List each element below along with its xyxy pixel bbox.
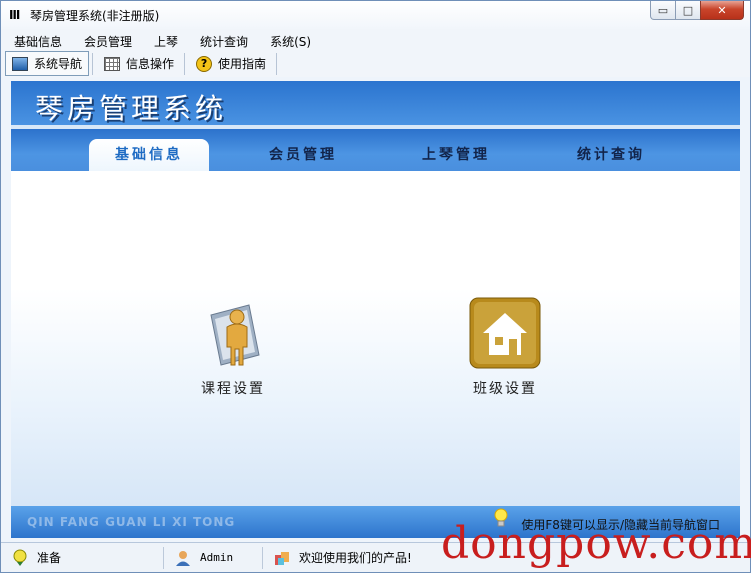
menu-statistics[interactable]: 统计查询 xyxy=(187,29,257,50)
minimize-icon: ▭ xyxy=(657,3,669,17)
tab-member-management[interactable]: 会员管理 xyxy=(243,139,363,171)
maximize-button[interactable]: □ xyxy=(675,1,701,20)
maximize-icon: □ xyxy=(682,3,694,17)
tab-piano-management[interactable]: 上琴管理 xyxy=(396,139,516,171)
status-ready-text: 准备 xyxy=(37,551,62,565)
toolbar-separator xyxy=(92,52,94,75)
course-settings-label: 课程设置 xyxy=(201,381,265,397)
close-icon: ✕ xyxy=(717,3,727,17)
monitor-icon xyxy=(12,56,28,71)
app-icon[interactable]: Ⅲ xyxy=(9,8,23,22)
watermark: dongpow.com xyxy=(441,518,751,569)
menu-bar: 基础信息 会员管理 上琴 统计查询 系统(S) xyxy=(1,29,750,50)
window-title: 琴房管理系统(非注册版) xyxy=(30,9,160,23)
minimize-button[interactable]: ▭ xyxy=(650,1,676,20)
tab-statistics[interactable]: 统计查询 xyxy=(551,139,671,171)
grid-icon xyxy=(104,56,121,71)
course-settings-launcher[interactable]: 课程设置 xyxy=(191,297,275,398)
products-icon xyxy=(275,551,289,565)
close-button[interactable]: ✕ xyxy=(700,1,744,20)
navigation-panel: 琴房管理系统 基础信息 会员管理 上琴管理 统计查询 课程设置 班级设置 QIN… xyxy=(11,81,740,538)
status-welcome-text: 欢迎使用我们的产品! xyxy=(299,551,412,565)
class-settings-launcher[interactable]: 班级设置 xyxy=(463,297,547,398)
app-window: Ⅲ 琴房管理系统(非注册版) ▭ □ ✕ 基础信息 会员管理 上琴 统计查询 系… xyxy=(0,0,751,573)
tab-basic-info[interactable]: 基础信息 xyxy=(89,139,209,171)
toolbar: 系统导航 信息操作 ? 使用指南 xyxy=(1,50,750,77)
system-navigation-label: 系统导航 xyxy=(34,57,83,71)
house-icon xyxy=(469,297,541,369)
user-icon xyxy=(176,550,190,566)
tab-bar: 基础信息 会员管理 上琴管理 统计查询 xyxy=(11,129,740,171)
tab-content: 课程设置 班级设置 xyxy=(11,171,740,506)
class-settings-label: 班级设置 xyxy=(473,381,537,397)
menu-system[interactable]: 系统(S) xyxy=(257,29,320,50)
info-operation-button[interactable]: 信息操作 xyxy=(97,51,181,76)
banner: 琴房管理系统 xyxy=(11,81,740,125)
status-welcome: 欢迎使用我们的产品! xyxy=(263,547,463,569)
status-user: Admin xyxy=(164,546,263,569)
system-navigation-button[interactable]: 系统导航 xyxy=(5,51,90,76)
help-icon: ? xyxy=(196,55,213,72)
user-guide-button[interactable]: ? 使用指南 xyxy=(189,51,273,76)
info-operation-label: 信息操作 xyxy=(126,57,175,71)
toolbar-separator xyxy=(276,52,278,75)
menu-basic-info[interactable]: 基础信息 xyxy=(1,29,71,50)
menu-piano-use[interactable]: 上琴 xyxy=(141,29,187,50)
menu-member-management[interactable]: 会员管理 xyxy=(71,29,141,50)
toolbar-separator xyxy=(184,52,186,75)
status-user-text: Admin xyxy=(200,551,234,564)
banner-title: 琴房管理系统 xyxy=(35,92,228,125)
window-controls: ▭ □ ✕ xyxy=(650,1,744,20)
person-icon xyxy=(210,304,260,366)
title-bar[interactable]: Ⅲ 琴房管理系统(非注册版) ▭ □ ✕ xyxy=(1,1,750,29)
ready-icon xyxy=(13,549,27,566)
user-guide-label: 使用指南 xyxy=(218,57,267,71)
status-ready: 准备 xyxy=(1,546,164,569)
footer-pinyin: QIN FANG GUAN LI XI TONG xyxy=(27,515,236,529)
